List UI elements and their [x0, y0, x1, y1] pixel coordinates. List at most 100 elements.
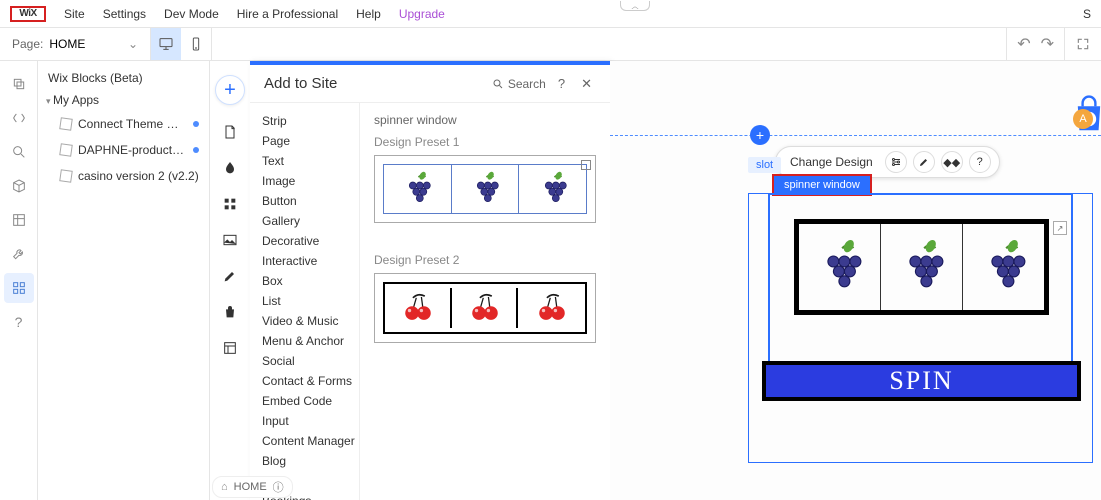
reel-cell — [881, 224, 963, 310]
tree-item-label: casino version 2 (v2.2) — [78, 169, 199, 183]
grape-icon — [471, 171, 499, 207]
cat-interactive[interactable]: Interactive — [262, 251, 359, 271]
cat-page[interactable]: Page — [262, 131, 359, 151]
preset2-label: Design Preset 2 — [374, 253, 596, 267]
cat-decorative[interactable]: Decorative — [262, 231, 359, 251]
cat-button[interactable]: Button — [262, 191, 359, 211]
apps-icon[interactable] — [221, 195, 239, 213]
panel-help-button[interactable]: ? — [554, 76, 569, 91]
change-design-button[interactable]: Change Design — [784, 155, 879, 169]
grape-icon — [982, 239, 1026, 295]
search-icon[interactable] — [4, 137, 34, 167]
cube-icon — [59, 169, 73, 183]
status-page-name: HOME — [234, 481, 267, 493]
search-button[interactable]: Search — [492, 77, 546, 91]
status-dot — [193, 147, 199, 153]
wrench-icon[interactable] — [4, 239, 34, 269]
tree-item-connect-theme[interactable]: Connect Theme Demo ... — [46, 111, 201, 137]
reel-cell — [963, 224, 1044, 310]
top-menu-bar: WiX Site Settings Dev Mode Hire a Profes… — [0, 0, 1101, 28]
avatar[interactable]: A — [1073, 109, 1093, 129]
settings-icon[interactable] — [885, 151, 907, 173]
search-label: Search — [508, 77, 546, 91]
tree-group-myapps[interactable]: My Apps — [46, 93, 201, 107]
top-right-s[interactable]: S — [1083, 7, 1091, 21]
add-element-button[interactable]: + — [750, 125, 770, 145]
reel-row — [794, 219, 1049, 315]
canvas[interactable]: 0 A + Change Design ◆◆ ? slot spinner wi… — [610, 61, 1101, 500]
menu-settings[interactable]: Settings — [103, 7, 146, 21]
code-icon[interactable] — [4, 103, 34, 133]
cat-text[interactable]: Text — [262, 151, 359, 171]
cat-social[interactable]: Social — [262, 351, 359, 371]
add-plus-button[interactable]: + — [215, 75, 245, 105]
presets-area: spinner window Design Preset 1 Design Pr… — [360, 103, 610, 500]
preset1-card[interactable] — [374, 155, 596, 223]
tree-item-casino[interactable]: casino version 2 (v2.2) — [46, 163, 201, 189]
wix-logo: WiX — [10, 6, 46, 22]
undo-button[interactable]: ↶ — [1017, 34, 1030, 54]
page-name: HOME — [49, 37, 85, 51]
cat-box[interactable]: Box — [262, 271, 359, 291]
cat-contact[interactable]: Contact & Forms — [262, 371, 359, 391]
tree-title: Wix Blocks (Beta) — [46, 71, 201, 85]
mobile-view-button[interactable] — [181, 28, 211, 60]
cat-menu[interactable]: Menu & Anchor — [262, 331, 359, 351]
cat-input[interactable]: Input — [262, 411, 359, 431]
cat-image[interactable]: Image — [262, 171, 359, 191]
table-icon[interactable] — [4, 205, 34, 235]
cat-video[interactable]: Video & Music — [262, 311, 359, 331]
tree-item-daphne[interactable]: DAPHNE-product page... — [46, 137, 201, 163]
page-icon[interactable] — [221, 123, 239, 141]
redo-button[interactable]: ↷ — [1041, 34, 1054, 54]
reel-cell — [799, 224, 881, 310]
bottom-status[interactable]: ⌂ HOME ⓘ — [212, 476, 293, 498]
paint-icon[interactable] — [221, 159, 239, 177]
add-to-site-panel: Add to Site Search ? ✕ Strip Page Text I… — [250, 61, 610, 500]
grape-icon — [539, 171, 567, 207]
cat-strip[interactable]: Strip — [262, 111, 359, 131]
package-icon[interactable] — [4, 171, 34, 201]
preset1-label: Design Preset 1 — [374, 135, 596, 149]
stretch-handle[interactable]: ↗ — [1053, 221, 1067, 235]
menu-hire[interactable]: Hire a Professional — [237, 7, 338, 21]
help-circle-icon[interactable]: ? — [969, 151, 991, 173]
image-icon[interactable] — [221, 231, 239, 249]
cube-icon — [59, 143, 73, 157]
second-bar: Page: HOME ⌄ ↶ ↷ — [0, 28, 1101, 61]
cherry-icon — [535, 291, 569, 325]
cat-list[interactable]: List — [262, 291, 359, 311]
tree-panel: Wix Blocks (Beta) My Apps Connect Theme … — [38, 61, 210, 500]
chevron-down-icon: ⌄ — [128, 37, 138, 51]
cat-content-manager[interactable]: Content Manager — [262, 431, 359, 451]
menu-devmode[interactable]: Dev Mode — [164, 7, 219, 21]
help-icon[interactable]: ? — [4, 307, 34, 337]
grape-icon — [900, 239, 944, 295]
tree-item-label: DAPHNE-product page... — [78, 143, 187, 157]
design-icon[interactable] — [913, 151, 935, 173]
layers-icon[interactable] — [4, 69, 34, 99]
cat-blog[interactable]: Blog — [262, 451, 359, 471]
layout-icon[interactable] — [221, 339, 239, 357]
cat-embed[interactable]: Embed Code — [262, 391, 359, 411]
slot-tag[interactable]: slot — [748, 157, 781, 173]
cat-gallery[interactable]: Gallery — [262, 211, 359, 231]
pen-icon[interactable] — [221, 267, 239, 285]
category-list: Strip Page Text Image Button Gallery Dec… — [250, 103, 360, 500]
collapse-indicator[interactable]: ︿ — [620, 1, 650, 11]
spin-button[interactable]: SPIN — [762, 361, 1081, 401]
history-controls: ↶ ↷ — [1006, 28, 1065, 60]
guideline — [610, 135, 1101, 136]
animation-icon[interactable]: ◆◆ — [941, 151, 963, 173]
expand-button[interactable] — [1065, 37, 1101, 51]
panel-close-button[interactable]: ✕ — [577, 76, 596, 92]
menu-upgrade[interactable]: Upgrade — [399, 7, 445, 21]
page-selector[interactable]: Page: HOME ⌄ — [0, 37, 150, 51]
menu-help[interactable]: Help — [356, 7, 381, 21]
menu-site[interactable]: Site — [64, 7, 85, 21]
blocks-icon[interactable] — [4, 273, 34, 303]
bag-icon[interactable] — [221, 303, 239, 321]
device-toggle — [150, 28, 212, 60]
desktop-view-button[interactable] — [151, 28, 181, 60]
preset2-card[interactable] — [374, 273, 596, 343]
